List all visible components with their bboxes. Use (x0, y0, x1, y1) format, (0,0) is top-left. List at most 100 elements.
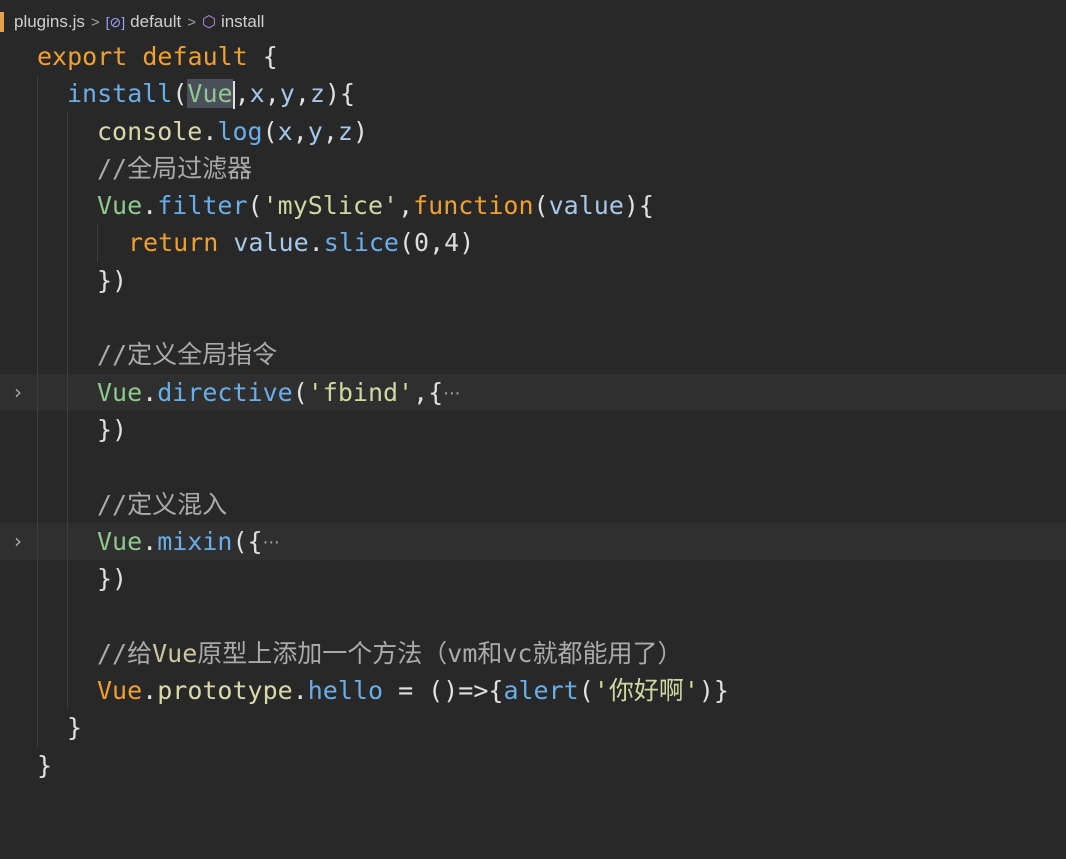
code-line: export default { (0, 38, 1066, 75)
paren-token: ){ (623, 191, 654, 221)
code-line: install(Vue,x,y,z){ (0, 75, 1066, 113)
file-type-marker (0, 12, 4, 32)
dot-token: . (292, 676, 308, 706)
function-token: alert (503, 676, 579, 706)
dot-token: . (142, 526, 158, 556)
indent-guide (67, 597, 68, 635)
keyword-token: function (413, 191, 534, 221)
chevron-right-icon[interactable]: › (14, 523, 22, 560)
paren-token: ){ (324, 79, 356, 109)
code-editor[interactable]: export default { install(Vue,x,y,z){ con… (0, 38, 1066, 784)
string-token: 'mySlice' (262, 191, 399, 221)
indent-guide (37, 149, 38, 188)
folded-ellipsis[interactable]: ··· (263, 532, 280, 553)
indent-guide (37, 522, 38, 561)
indent-guide (67, 149, 68, 188)
dot-token: . (142, 377, 158, 407)
indent-guide (37, 224, 38, 262)
param-token: x (277, 116, 293, 146)
indent-guide (37, 373, 38, 411)
arrow-token: ()=>{ (428, 676, 504, 706)
indent-guide (37, 261, 38, 300)
brace-token: }) (97, 414, 128, 444)
function-token: log (217, 116, 263, 146)
param-token: y (279, 79, 295, 109)
breadcrumb-install[interactable]: install (221, 12, 264, 32)
code-line-folded: › Vue.mixin({··· (0, 522, 1066, 561)
comma-token: , (429, 228, 445, 258)
breadcrumb-default[interactable]: default (130, 12, 181, 32)
comma-token: , (234, 79, 250, 109)
keyword-token: export (37, 42, 128, 71)
paren-token: ) (459, 228, 475, 258)
indent-guide (37, 672, 38, 710)
vue-token: Vue (97, 526, 143, 556)
indent-guide (37, 597, 38, 635)
paren-token: ( (578, 676, 594, 706)
code-line: console.log(x,y,z) (0, 112, 1066, 150)
comment-token: Vue (152, 638, 198, 668)
code-line: //定义混入 (0, 485, 1066, 523)
indent-guide (67, 187, 68, 225)
keyword-token: default (142, 42, 248, 71)
vue-token: Vue (97, 676, 143, 706)
chevron-right-icon[interactable]: › (14, 374, 22, 411)
param-token: z (309, 79, 325, 109)
breadcrumb-file[interactable]: plugins.js (14, 12, 85, 32)
brace-token: { (262, 42, 278, 71)
param-token: value (548, 191, 624, 221)
indent-guide (67, 485, 68, 523)
paren-token: ( (262, 116, 278, 146)
function-token: filter (157, 191, 248, 221)
comment-token: //全局过滤器 (97, 153, 253, 183)
indent-guide (67, 261, 68, 300)
paren-token: ( (398, 228, 415, 258)
comma-token: , (292, 116, 308, 146)
comma-token: , (322, 116, 338, 146)
chevron-right-icon: > (187, 13, 196, 31)
code-line: } (0, 709, 1066, 747)
dot-token: . (308, 228, 324, 258)
vue-token: Vue (97, 377, 143, 407)
comma-token: , (264, 79, 280, 109)
indent-guide (67, 410, 68, 449)
comment-token: //定义全局指令 (97, 340, 278, 370)
param-token: value (233, 228, 309, 258)
indent-guide (37, 410, 38, 449)
code-line (0, 597, 1066, 635)
identifier-token: console (97, 116, 203, 146)
code-line: //全局过滤器 (0, 149, 1066, 188)
dot-token: . (142, 676, 158, 706)
code-line: Vue.filter('mySlice',function(value){ (0, 187, 1066, 225)
indent-guide (37, 336, 38, 374)
indent-guide (67, 672, 68, 710)
indent-guide (67, 448, 68, 486)
indent-guide (37, 75, 38, 113)
comment-token: 原型上添加一个方法（vm和vc就都能用了） (197, 638, 683, 668)
indent-guide (37, 187, 38, 225)
code-line: //给Vue原型上添加一个方法（vm和vc就都能用了） (0, 634, 1066, 673)
variable-icon: [⊘] (105, 13, 126, 30)
indent-guide (37, 709, 38, 747)
param-token: y (307, 116, 323, 146)
string-token: 'fbind' (307, 377, 414, 407)
comment-token: //给 (97, 638, 153, 668)
paren-token: ( (292, 377, 308, 407)
number-token: 4 (444, 228, 460, 258)
indent-guide (37, 560, 38, 598)
comma-token: , (294, 79, 310, 109)
dot-token: . (142, 191, 158, 221)
indent-guide (37, 448, 38, 486)
code-line (0, 299, 1066, 337)
code-line: //定义全局指令 (0, 336, 1066, 374)
indent-guide (67, 336, 68, 374)
brace-token: } (37, 750, 53, 780)
param-token: z (337, 116, 353, 146)
string-token: '你好啊' (593, 676, 699, 706)
indent-guide (67, 560, 68, 598)
brace-token: }) (97, 564, 128, 594)
paren-token: ) (352, 116, 369, 146)
comment-token: //定义混入 (97, 489, 228, 519)
indent-guide (37, 634, 38, 673)
folded-ellipsis[interactable]: ··· (443, 383, 460, 404)
